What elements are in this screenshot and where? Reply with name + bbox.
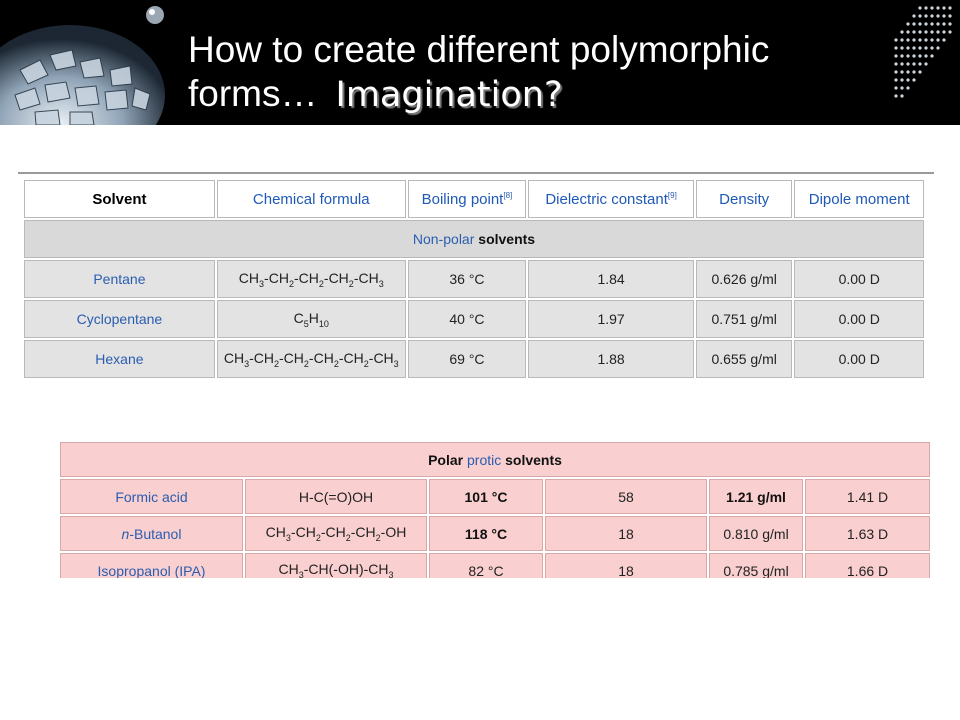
density-cell: 0.626 g/ml (695, 260, 793, 298)
density-cell: 0.655 g/ml (695, 340, 793, 378)
solvent-link-cyclopentane[interactable]: Cyclopentane (24, 300, 215, 338)
dielectric-cell: 1.84 (528, 260, 694, 298)
protic-table-panel: Polar protic solvents Formic acid H-C(=O… (58, 440, 932, 578)
dielectric-cell: 1.88 (528, 340, 694, 378)
solvent-link-formic-acid[interactable]: Formic acid (60, 479, 243, 514)
density-cell: 0.751 g/ml (695, 300, 793, 338)
section-title: Non-polar solvents (24, 220, 924, 258)
boiling-cell: 118 °C (429, 516, 543, 551)
table-row: Hexane CH3-CH2-CH2-CH2-CH2-CH3 69 °C 1.8… (24, 340, 924, 378)
section-title: Polar protic solvents (60, 442, 931, 477)
solvent-link-n-butanol[interactable]: n-Butanol (60, 516, 243, 551)
density-cell: 1.21 g/ml (709, 479, 803, 514)
section-row-nonpolar: Non-polar solvents (24, 220, 924, 258)
dipole-cell: 0.00 D (794, 260, 924, 298)
slide-title: How to create different polymorphic form… (188, 28, 888, 117)
table-row: Formic acid H-C(=O)OH 101 °C 58 1.21 g/m… (60, 479, 931, 514)
table-row: Isopropanol (IPA) CH3-CH(-OH)-CH3 82 °C … (60, 553, 931, 578)
formula-cell: H-C(=O)OH (245, 479, 427, 514)
header-boiling-point[interactable]: Boiling point[8] (407, 180, 527, 218)
header-solvent: Solvent (24, 180, 215, 218)
nonpolar-table-panel: Solvent Chemical formula Boiling point[8… (18, 172, 934, 380)
table-header-row: Solvent Chemical formula Boiling point[8… (24, 180, 924, 218)
dipole-cell: 1.66 D (805, 553, 931, 578)
header-dipole-moment[interactable]: Dipole moment (794, 180, 924, 218)
formula-cell: CH3-CH2-CH2-CH2-CH3 (216, 260, 406, 298)
header-chemical-formula[interactable]: Chemical formula (216, 180, 406, 218)
formula-cell: CH3-CH(-OH)-CH3 (245, 553, 427, 578)
solvent-table-protic: Polar protic solvents Formic acid H-C(=O… (58, 440, 932, 578)
dielectric-cell: 58 (545, 479, 707, 514)
solvent-link-hexane[interactable]: Hexane (24, 340, 215, 378)
dipole-cell: 0.00 D (794, 340, 924, 378)
boiling-cell: 69 °C (407, 340, 527, 378)
ref-9-link[interactable]: [9] (668, 191, 677, 200)
dipole-cell: 0.00 D (794, 300, 924, 338)
boiling-cell: 36 °C (407, 260, 527, 298)
solvent-link-isopropanol[interactable]: Isopropanol (IPA) (60, 553, 243, 578)
section-row-protic: Polar protic solvents (60, 442, 931, 477)
formula-cell: CH3-CH2-CH2-CH2-OH (245, 516, 427, 551)
dipole-cell: 1.41 D (805, 479, 931, 514)
table-row: n-Butanol CH3-CH2-CH2-CH2-OH 118 °C 18 0… (60, 516, 931, 551)
formula-cell: CH3-CH2-CH2-CH2-CH2-CH3 (216, 340, 406, 378)
dielectric-cell: 18 (545, 516, 707, 551)
header-dielectric-constant[interactable]: Dielectric constant[9] (528, 180, 694, 218)
title-line1: How to create different polymorphic (188, 29, 770, 70)
formula-cell: C5H10 (216, 300, 406, 338)
crystal-cluster-image (0, 6, 165, 125)
solvent-link-pentane[interactable]: Pentane (24, 260, 215, 298)
density-cell: 0.810 g/ml (709, 516, 803, 551)
solvent-table-nonpolar: Solvent Chemical formula Boiling point[8… (22, 178, 926, 380)
title-line2: forms… (188, 73, 318, 114)
slide-header: How to create different polymorphic form… (0, 0, 960, 125)
boiling-cell: 40 °C (407, 300, 527, 338)
boiling-cell: 82 °C (429, 553, 543, 578)
protic-link[interactable]: protic (467, 452, 501, 468)
table-row: Cyclopentane C5H10 40 °C 1.97 0.751 g/ml… (24, 300, 924, 338)
title-emphasis: Imagination? (335, 75, 563, 115)
header-density[interactable]: Density (695, 180, 793, 218)
table-row: Pentane CH3-CH2-CH2-CH2-CH3 36 °C 1.84 0… (24, 260, 924, 298)
dielectric-cell: 18 (545, 553, 707, 578)
nonpolar-link[interactable]: Non-polar (413, 231, 474, 247)
density-cell: 0.785 g/ml (709, 553, 803, 578)
dielectric-cell: 1.97 (528, 300, 694, 338)
dipole-cell: 1.63 D (805, 516, 931, 551)
boiling-cell: 101 °C (429, 479, 543, 514)
ref-8-link[interactable]: [8] (503, 191, 512, 200)
